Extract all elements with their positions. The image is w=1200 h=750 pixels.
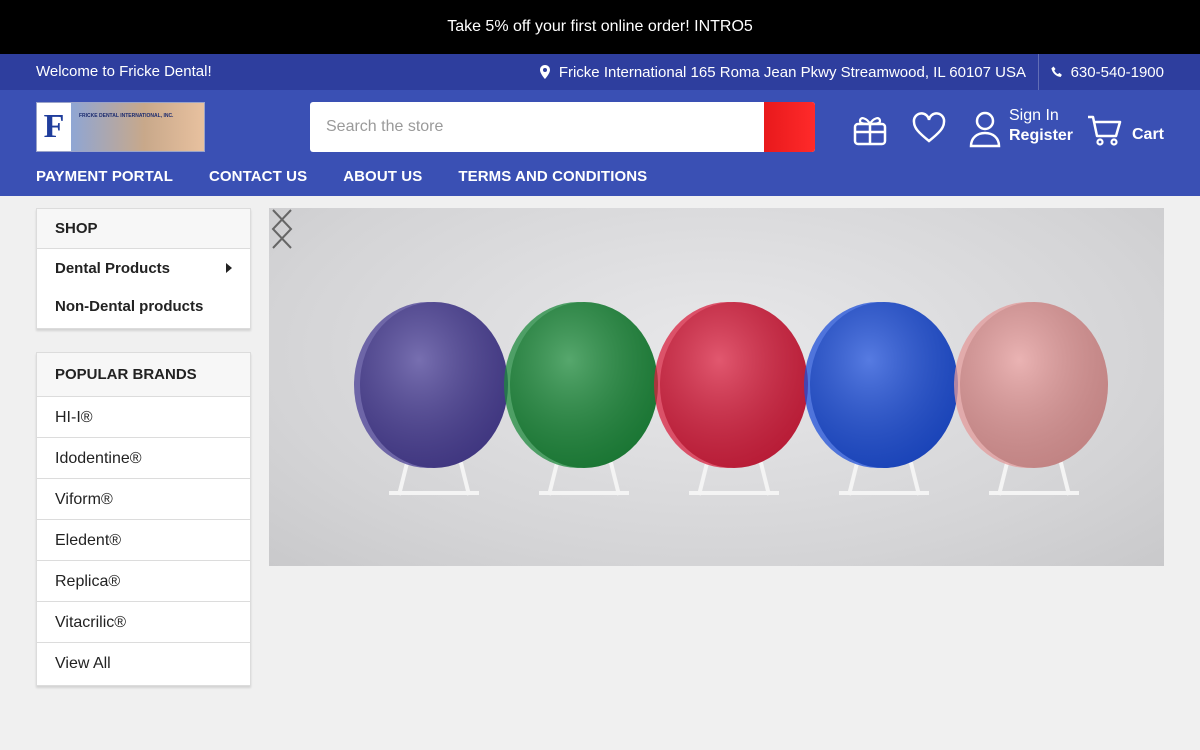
disc-group (354, 302, 1108, 496)
shop-panel: SHOP Dental Products Non-Dental products (36, 208, 251, 329)
carousel-next-arrow[interactable] (269, 208, 295, 250)
brand-link[interactable]: HI-I® (37, 397, 250, 438)
store-address[interactable]: Fricke International 165 Roma Jean Pkwy … (539, 54, 1026, 90)
category-dental-products[interactable]: Dental Products (37, 249, 250, 287)
logo-banner: FRICKE DENTAL INTERNATIONAL, INC. (71, 103, 204, 151)
category-label: Non-Dental products (55, 297, 204, 315)
search-bar (310, 102, 815, 152)
brand-link[interactable]: Eledent® (37, 520, 250, 561)
register-link[interactable]: Register (1009, 126, 1073, 146)
disc-highlight (660, 302, 808, 468)
site-logo[interactable]: F FRICKE DENTAL INTERNATIONAL, INC. (36, 102, 205, 152)
search-button[interactable] (764, 102, 815, 152)
phone-text: 630-540-1900 (1070, 63, 1164, 81)
disc-highlight (810, 302, 958, 468)
nav-about-us[interactable]: ABOUT US (343, 168, 422, 185)
logo-letter: F (37, 103, 71, 151)
hero-slide-image[interactable] (269, 208, 1164, 566)
sign-in-link[interactable]: Sign In (1009, 106, 1073, 126)
user-icon[interactable] (968, 110, 1002, 148)
address-text: Fricke International 165 Roma Jean Pkwy … (558, 63, 1026, 81)
cart-link[interactable]: Cart (1132, 126, 1164, 144)
brand-link[interactable]: Viform® (37, 479, 250, 520)
brand-link[interactable]: Idodentine® (37, 438, 250, 479)
main-nav: PAYMENT PORTAL CONTACT US ABOUT US TERMS… (36, 168, 647, 185)
promo-text: Take 5% off your first online order! INT… (447, 18, 753, 35)
store-phone[interactable]: 630-540-1900 (1050, 54, 1164, 90)
shop-title: SHOP (37, 209, 250, 249)
hero-carousel (269, 208, 1164, 566)
view-all-brands-link[interactable]: View All (37, 643, 250, 684)
caret-right-icon (226, 263, 232, 273)
disc-highlight (510, 302, 658, 468)
category-non-dental-products[interactable]: Non-Dental products (37, 287, 250, 325)
promo-bar: Take 5% off your first online order! INT… (0, 0, 1200, 54)
map-pin-icon (539, 65, 550, 79)
nav-payment-portal[interactable]: PAYMENT PORTAL (36, 168, 173, 185)
top-info-bar: Welcome to Fricke Dental! Fricke Interna… (0, 54, 1200, 90)
category-label: Dental Products (55, 259, 171, 277)
search-input[interactable] (310, 102, 764, 152)
phone-icon (1050, 66, 1062, 77)
account-links: Sign In Register (1009, 106, 1073, 146)
cart-icon[interactable] (1087, 114, 1123, 148)
topbar-divider (1038, 54, 1039, 90)
heart-icon[interactable] (911, 112, 947, 144)
site-header: F FRICKE DENTAL INTERNATIONAL, INC. Sign… (0, 90, 1200, 196)
brands-title: POPULAR BRANDS (37, 353, 250, 397)
popular-brands-panel: POPULAR BRANDS HI-I® Idodentine® Viform®… (36, 352, 251, 686)
brand-link[interactable]: Replica® (37, 561, 250, 602)
disc-highlight (360, 302, 508, 468)
disc-highlight (960, 302, 1108, 468)
nav-terms-and-conditions[interactable]: TERMS AND CONDITIONS (458, 168, 647, 185)
welcome-text: Welcome to Fricke Dental! (36, 63, 212, 80)
gift-icon[interactable] (852, 112, 888, 146)
nav-contact-us[interactable]: CONTACT US (209, 168, 307, 185)
logo-subtext: FRICKE DENTAL INTERNATIONAL, INC. (79, 113, 174, 119)
brand-link[interactable]: Vitacrilic® (37, 602, 250, 643)
